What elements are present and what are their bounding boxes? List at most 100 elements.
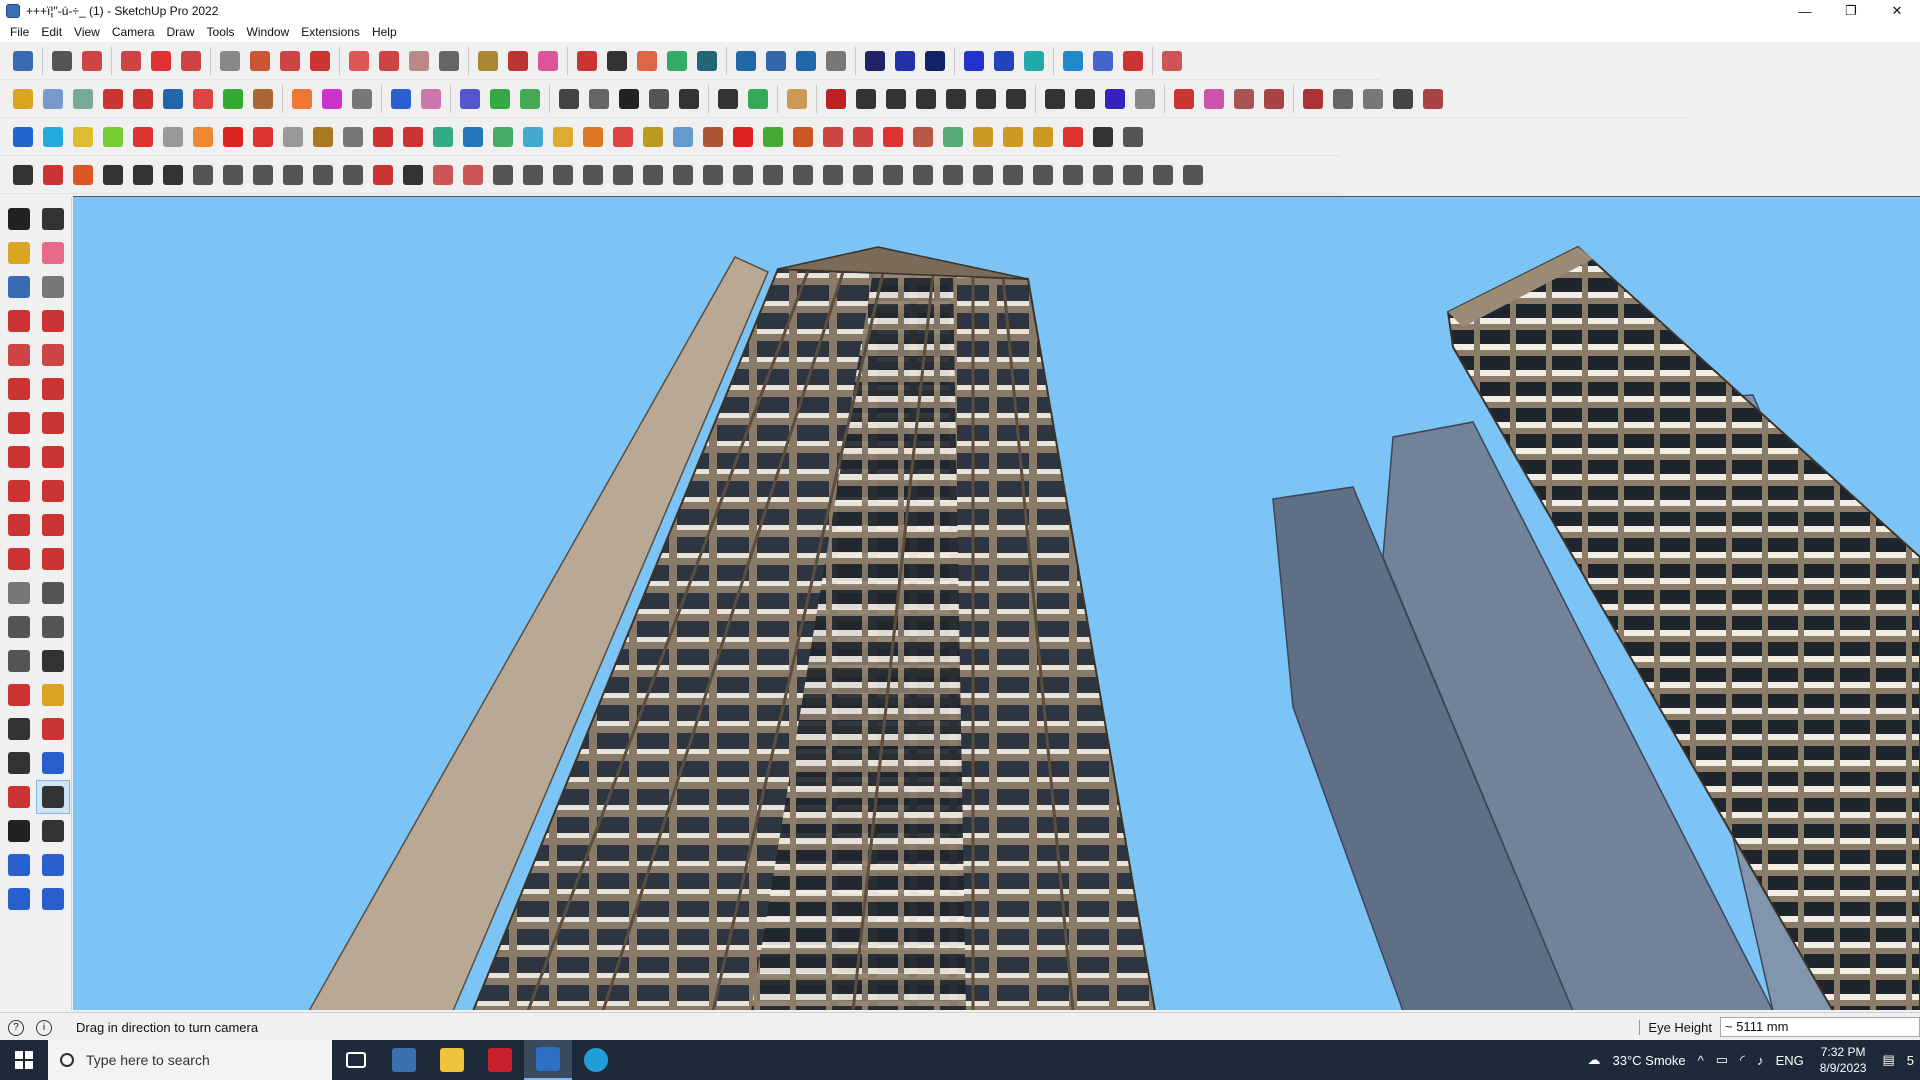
file-explorer-app[interactable] bbox=[428, 1040, 476, 1080]
row4-tool-button-18[interactable] bbox=[518, 160, 548, 190]
row3-tool-button-21[interactable] bbox=[608, 122, 638, 152]
menu-edit[interactable]: Edit bbox=[35, 25, 68, 39]
row4-tool-button-33[interactable] bbox=[968, 160, 998, 190]
row1-tool-button-1[interactable] bbox=[8, 46, 38, 76]
row4-tool-button-24[interactable] bbox=[698, 160, 728, 190]
row4-tool-button-3[interactable] bbox=[68, 160, 98, 190]
zoom-extents-tool-button[interactable] bbox=[2, 746, 36, 780]
row2-tool-button-9[interactable] bbox=[248, 84, 278, 114]
row4-tool-button-21[interactable] bbox=[608, 160, 638, 190]
row4-tool-button-23[interactable] bbox=[668, 160, 698, 190]
row3-tool-button-33[interactable] bbox=[968, 122, 998, 152]
row3-tool-button-38[interactable] bbox=[1118, 122, 1148, 152]
row4-tool-button-7[interactable] bbox=[188, 160, 218, 190]
row4-tool-button-6[interactable] bbox=[158, 160, 188, 190]
language-indicator[interactable]: ENG bbox=[1776, 1053, 1804, 1068]
row4-tool-button-29[interactable] bbox=[848, 160, 878, 190]
row2-tool-button-38[interactable] bbox=[1199, 84, 1229, 114]
row2-tool-button-39[interactable] bbox=[1229, 84, 1259, 114]
row1-tool-button-21[interactable] bbox=[662, 46, 692, 76]
row1-tool-button-18[interactable] bbox=[572, 46, 602, 76]
row3-tool-button-18[interactable] bbox=[518, 122, 548, 152]
row1-tool-button-11[interactable] bbox=[344, 46, 374, 76]
line-tool-button[interactable] bbox=[2, 304, 36, 338]
row1-tool-button-31[interactable] bbox=[989, 46, 1019, 76]
row3-tool-button-31[interactable] bbox=[908, 122, 938, 152]
row4-tool-button-35[interactable] bbox=[1028, 160, 1058, 190]
row3-tool-button-13[interactable] bbox=[368, 122, 398, 152]
paint-bucket-tool-button[interactable] bbox=[2, 236, 36, 270]
info-icon[interactable]: i bbox=[36, 1019, 52, 1036]
row3-tool-button-24[interactable] bbox=[698, 122, 728, 152]
text-tool-button[interactable] bbox=[36, 610, 70, 644]
row2-tool-button-41[interactable] bbox=[1298, 84, 1328, 114]
section-plane-tool-button[interactable] bbox=[36, 814, 70, 848]
position-camera-tool-button[interactable] bbox=[2, 780, 36, 814]
row2-tool-button-43[interactable] bbox=[1358, 84, 1388, 114]
clock[interactable]: 7:32 PM 8/9/2023 bbox=[1820, 1044, 1867, 1076]
arc-tool-button[interactable] bbox=[2, 406, 36, 440]
row4-tool-button-5[interactable] bbox=[128, 160, 158, 190]
row2-tool-button-33[interactable] bbox=[1040, 84, 1070, 114]
row3-tool-button-2[interactable] bbox=[38, 122, 68, 152]
row4-tool-button-13[interactable] bbox=[368, 160, 398, 190]
row4-tool-button-11[interactable] bbox=[308, 160, 338, 190]
row4-tool-button-36[interactable] bbox=[1058, 160, 1088, 190]
row1-tool-button-19[interactable] bbox=[602, 46, 632, 76]
row3-tool-button-4[interactable] bbox=[98, 122, 128, 152]
geo-location-icon[interactable]: ? bbox=[8, 1019, 24, 1036]
eraser-tool-button[interactable] bbox=[36, 236, 70, 270]
row3-tool-button-14[interactable] bbox=[398, 122, 428, 152]
scenes-tool-button[interactable] bbox=[36, 882, 70, 916]
row1-tool-button-17[interactable] bbox=[533, 46, 563, 76]
orbit-tool-tool-button[interactable] bbox=[2, 678, 36, 712]
taskbar-search-box[interactable]: Type here to search bbox=[48, 1040, 332, 1080]
row4-tool-button-1[interactable] bbox=[8, 160, 38, 190]
row1-tool-button-24[interactable] bbox=[761, 46, 791, 76]
row1-tool-button-10[interactable] bbox=[305, 46, 335, 76]
row3-tool-button-35[interactable] bbox=[1028, 122, 1058, 152]
menu-tools[interactable]: Tools bbox=[201, 25, 241, 39]
row3-tool-button-17[interactable] bbox=[488, 122, 518, 152]
row1-tool-button-13[interactable] bbox=[404, 46, 434, 76]
row2-tool-button-44[interactable] bbox=[1388, 84, 1418, 114]
row2-tool-button-7[interactable] bbox=[188, 84, 218, 114]
row4-tool-button-27[interactable] bbox=[788, 160, 818, 190]
rotate-tool-button[interactable] bbox=[2, 508, 36, 542]
row2-tool-button-22[interactable] bbox=[674, 84, 704, 114]
row3-tool-button-25[interactable] bbox=[728, 122, 758, 152]
layers-tool-button[interactable] bbox=[36, 848, 70, 882]
row2-tool-button-8[interactable] bbox=[218, 84, 248, 114]
menu-window[interactable]: Window bbox=[241, 25, 296, 39]
row4-tool-button-12[interactable] bbox=[338, 160, 368, 190]
rotated-rect-tool-button[interactable] bbox=[36, 338, 70, 372]
notification-icon[interactable]: ▤ bbox=[1882, 1052, 1894, 1068]
protractor-tool-button[interactable] bbox=[2, 610, 36, 644]
row1-tool-button-25[interactable] bbox=[791, 46, 821, 76]
menu-extensions[interactable]: Extensions bbox=[295, 25, 366, 39]
row2-tool-button-11[interactable] bbox=[317, 84, 347, 114]
row1-tool-button-20[interactable] bbox=[632, 46, 662, 76]
row2-tool-button-27[interactable] bbox=[851, 84, 881, 114]
tray-chevron-icon[interactable]: ^ bbox=[1698, 1053, 1704, 1068]
row4-tool-button-9[interactable] bbox=[248, 160, 278, 190]
freehand-tool-button[interactable] bbox=[36, 304, 70, 338]
row1-tool-button-7[interactable] bbox=[215, 46, 245, 76]
sandbox-tool-button[interactable] bbox=[2, 848, 36, 882]
row4-tool-button-22[interactable] bbox=[638, 160, 668, 190]
row1-tool-button-27[interactable] bbox=[860, 46, 890, 76]
tape-tool-button[interactable] bbox=[36, 270, 70, 304]
menu-view[interactable]: View bbox=[68, 25, 106, 39]
row3-tool-button-26[interactable] bbox=[758, 122, 788, 152]
row1-tool-button-12[interactable] bbox=[374, 46, 404, 76]
row3-tool-button-23[interactable] bbox=[668, 122, 698, 152]
row4-tool-button-39[interactable] bbox=[1148, 160, 1178, 190]
row3-tool-button-29[interactable] bbox=[848, 122, 878, 152]
row4-tool-button-30[interactable] bbox=[878, 160, 908, 190]
polygon-tool-button[interactable] bbox=[36, 372, 70, 406]
row4-tool-button-31[interactable] bbox=[908, 160, 938, 190]
row2-tool-button-2[interactable] bbox=[38, 84, 68, 114]
row3-tool-button-20[interactable] bbox=[578, 122, 608, 152]
row4-tool-button-20[interactable] bbox=[578, 160, 608, 190]
row3-tool-button-28[interactable] bbox=[818, 122, 848, 152]
